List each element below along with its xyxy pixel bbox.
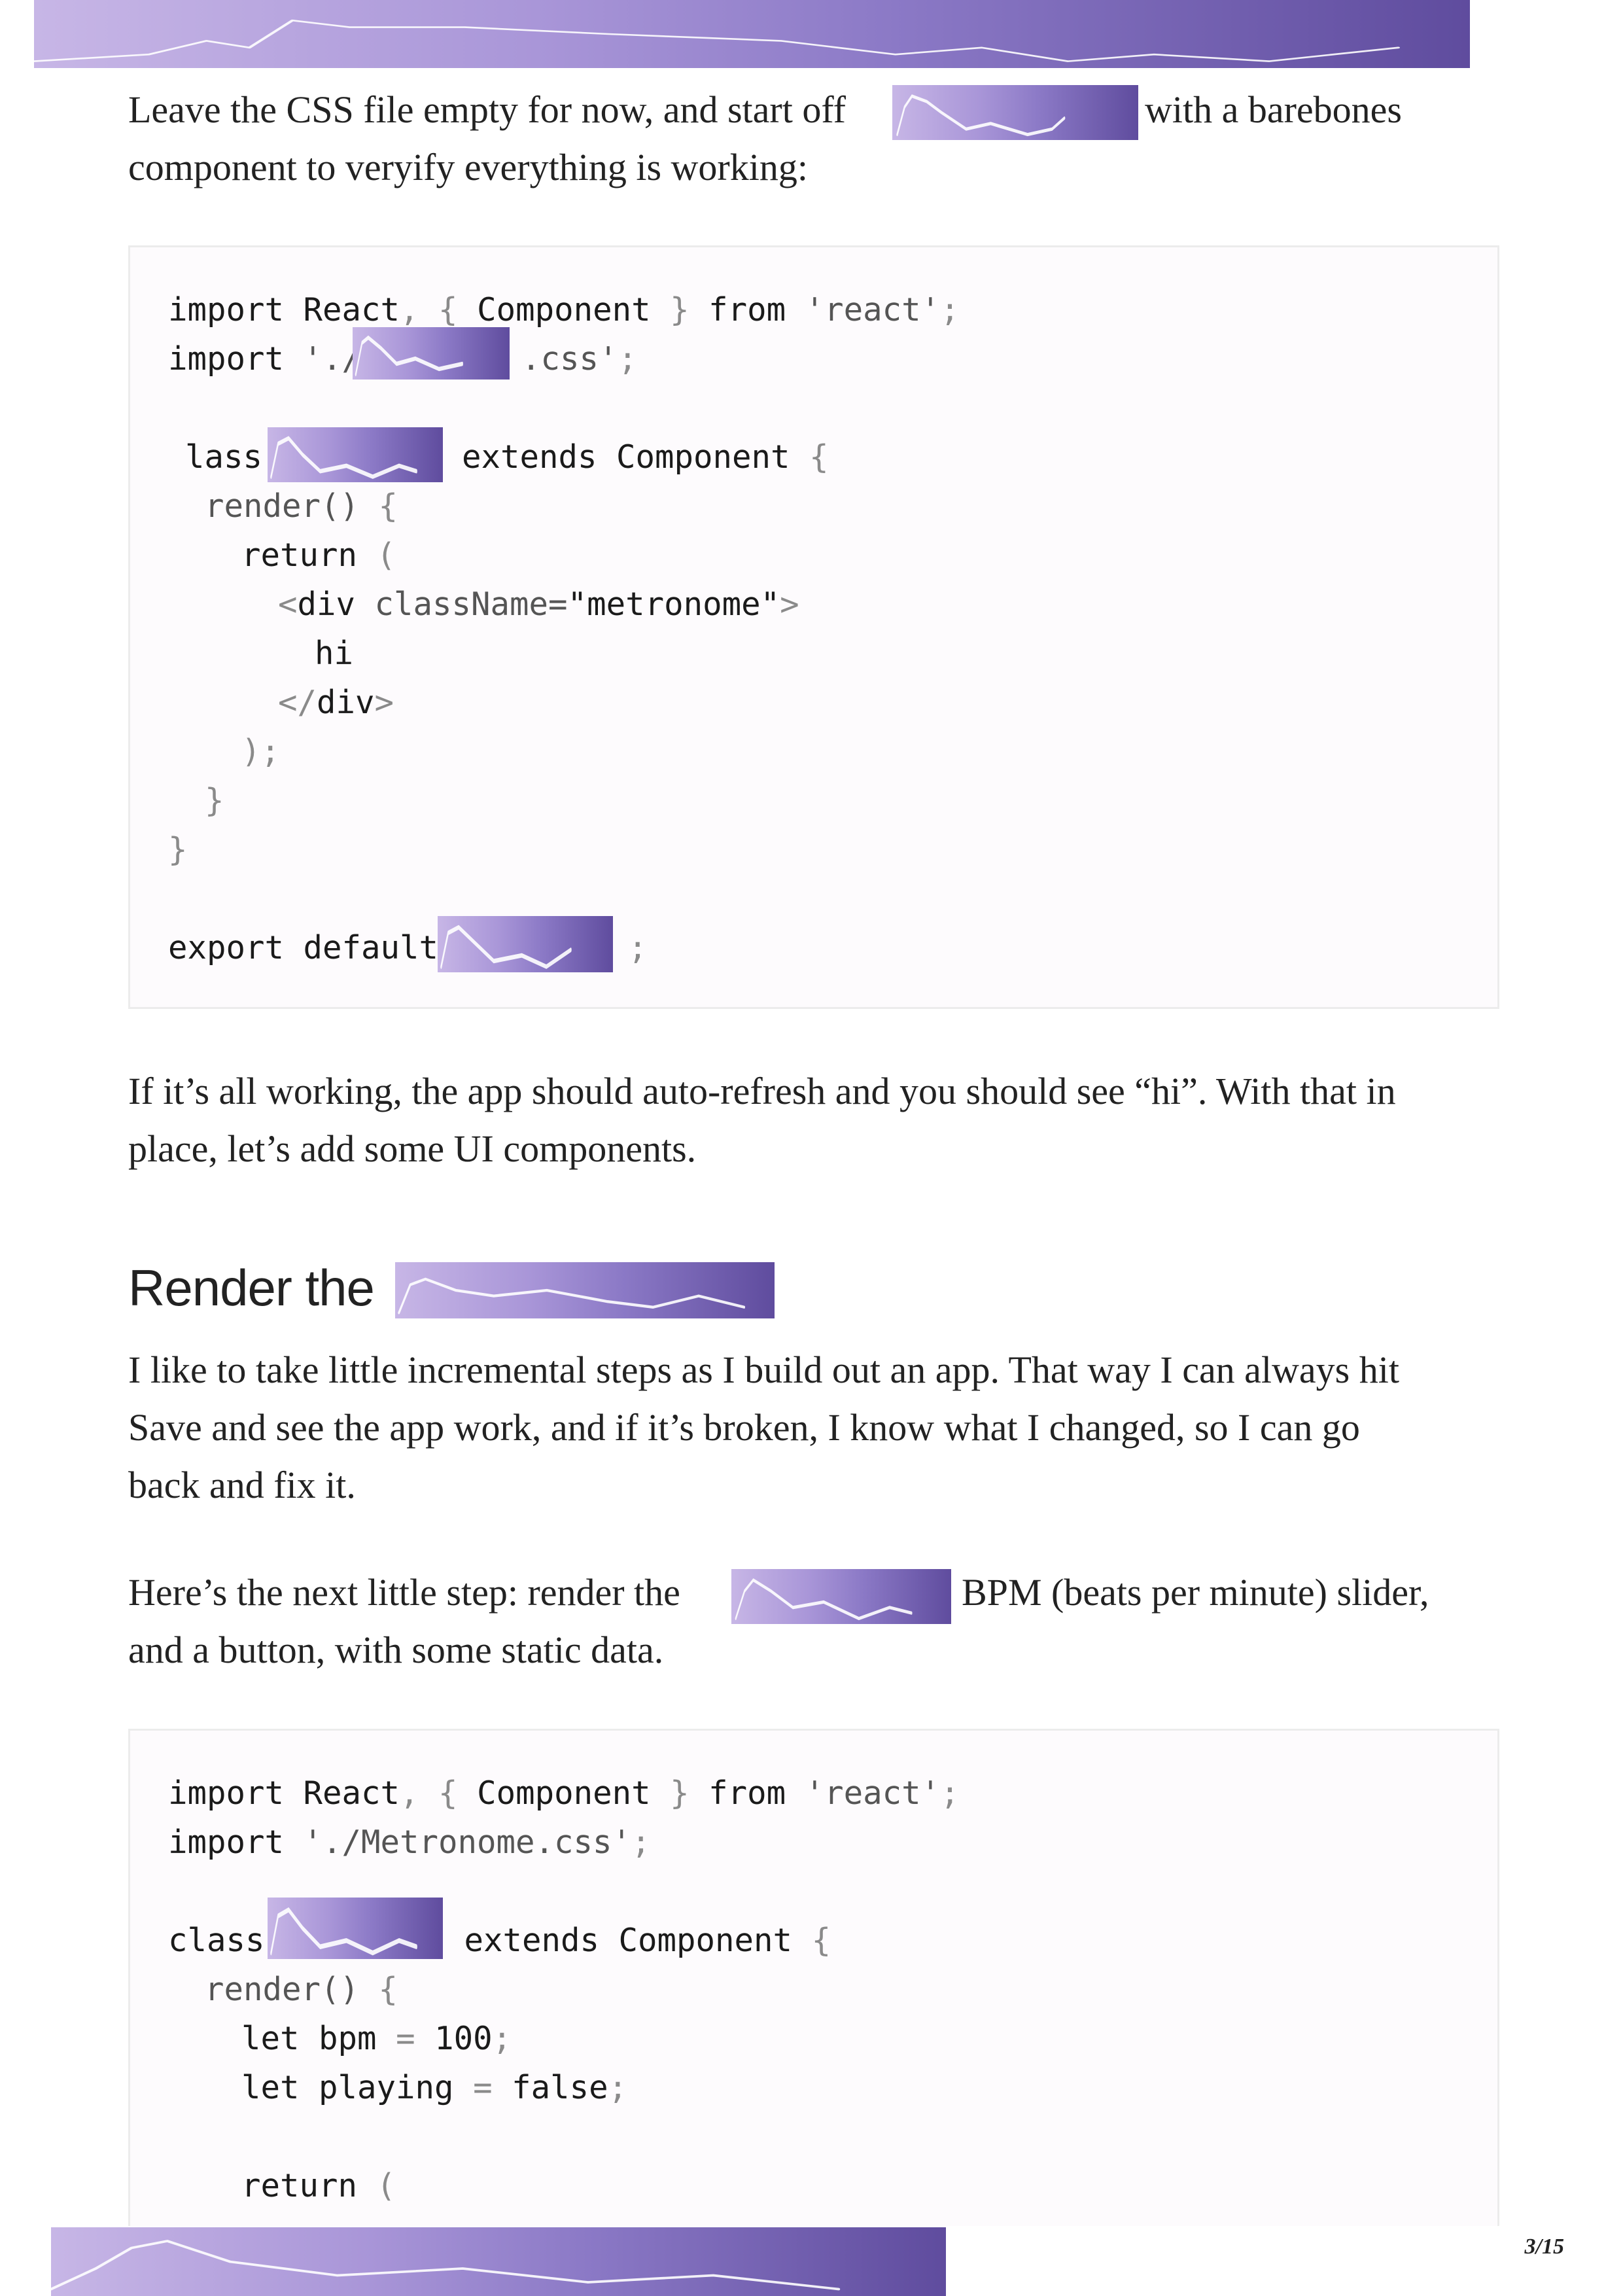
- page-number: 3/15: [1524, 2234, 1564, 2259]
- paragraph-working-line-2: place, let’s add some UI components.: [128, 1127, 697, 1170]
- section-heading: Render the: [128, 1256, 375, 1319]
- code-block-1: import React, { Component } from 'react'…: [128, 245, 1499, 1009]
- paragraph-next-step-text-2: BPM (beats per minute) slider,: [962, 1571, 1429, 1614]
- paragraph-next-step-line2: and a button, with some static data.: [128, 1621, 1528, 1679]
- code2-line-5: let bpm = 100;: [241, 2020, 512, 2057]
- redaction-code2-classname: [268, 1898, 443, 1959]
- code2-line-2: import './Metronome.css';: [168, 1824, 651, 1861]
- paragraph-incremental-line-3: back and fix it.: [128, 1464, 356, 1506]
- paragraph-next-step-text-3: and a button, with some static data.: [128, 1629, 664, 1671]
- code1-line-5: return (: [241, 537, 396, 574]
- paragraph-working-line-1: If it’s all working, the app should auto…: [128, 1070, 1396, 1112]
- paragraph-incremental-line-2: Save and see the app work, and if it’s b…: [128, 1406, 1360, 1449]
- redaction-banner-bottom: [51, 2227, 946, 2296]
- paragraph-next-step-after: BPM (beats per minute) slider,: [962, 1564, 1550, 1621]
- paragraph-working: If it’s all working, the app should auto…: [128, 1063, 1528, 1178]
- code1-line-10: }: [205, 782, 224, 819]
- redaction-banner-top: [34, 0, 1470, 68]
- redaction-code1-export: [438, 916, 613, 972]
- code1-line-6: <div className="metronome">: [278, 586, 799, 623]
- code1-line-9: );: [241, 733, 281, 770]
- paragraph-intro-text-2: with a barebones: [1145, 88, 1402, 131]
- paragraph-intro-line2: component to veryify everything is worki…: [128, 139, 1528, 196]
- code2-line-1: import React, { Component } from 'react'…: [168, 1775, 960, 1812]
- code1-line-11: }: [168, 831, 188, 868]
- paragraph-incremental: I like to take little incremental steps …: [128, 1341, 1528, 1514]
- code2-line-6: let playing = false;: [241, 2069, 628, 2106]
- redaction-inline: [892, 85, 1138, 140]
- paragraph-intro-after: with a barebones: [1145, 81, 1603, 139]
- paragraph-intro-text-3: component to veryify everything is worki…: [128, 146, 808, 188]
- redaction-code1-classname: [268, 427, 443, 482]
- redaction-heading: [395, 1262, 775, 1318]
- code2-line-4: render() {: [205, 1971, 398, 2008]
- code1-line-4: render() {: [205, 487, 398, 525]
- code-block-2: import React, { Component } from 'react'…: [128, 1729, 1499, 2226]
- section-heading-text: Render the: [128, 1259, 375, 1316]
- code1-line-1: import React, { Component } from 'react'…: [168, 291, 960, 328]
- redaction-code1-filename: [353, 327, 510, 380]
- code1-line-8: </div>: [278, 684, 394, 721]
- code2-line-7: return (: [241, 2167, 396, 2204]
- paragraph-incremental-line-1: I like to take little incremental steps …: [128, 1349, 1399, 1391]
- code1-line-7: hi: [315, 635, 354, 672]
- paragraph-next-step-text-1: Here’s the next little step: render the: [128, 1571, 680, 1614]
- paragraph-intro-text-1: Leave the CSS file empty for now, and st…: [128, 88, 846, 131]
- redaction-inline-2: [731, 1569, 951, 1624]
